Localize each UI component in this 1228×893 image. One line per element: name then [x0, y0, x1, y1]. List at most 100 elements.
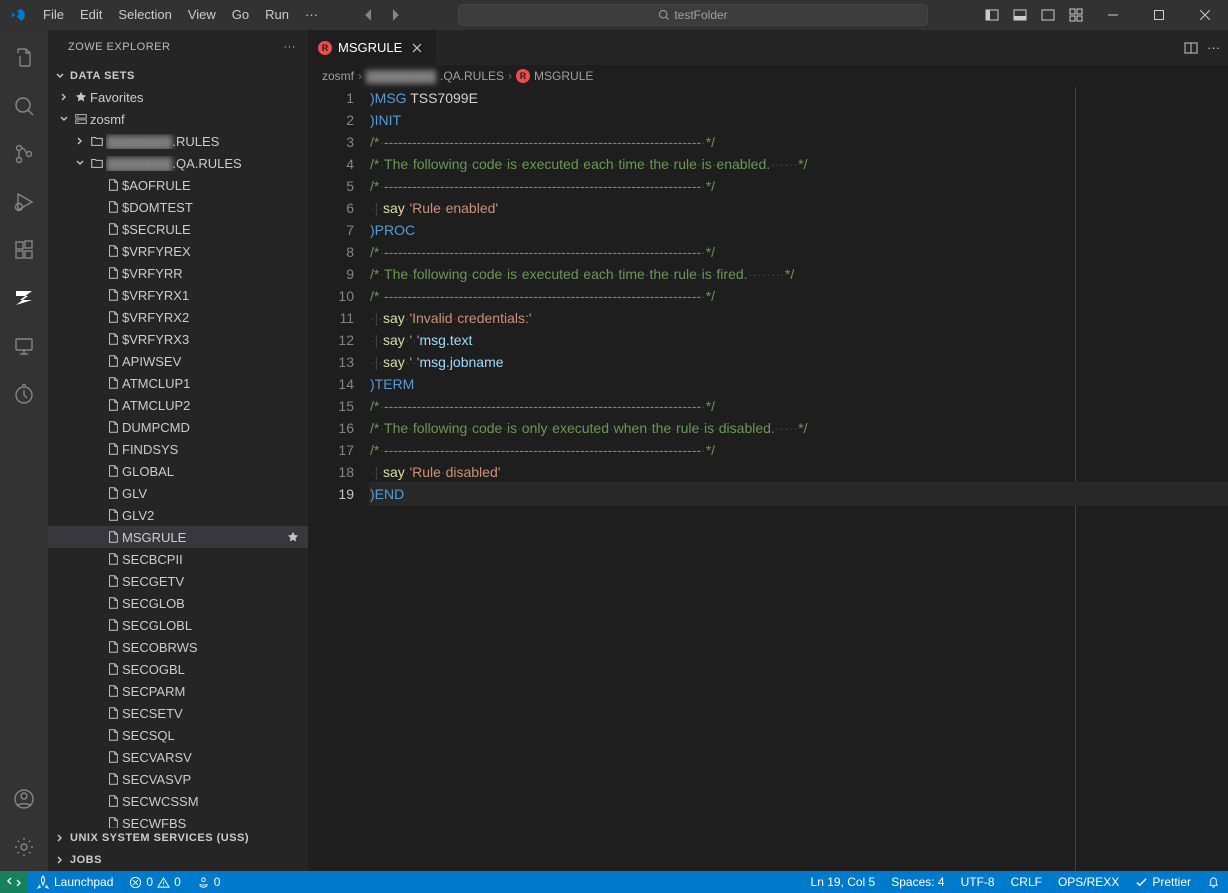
tree-row[interactable]: SECWCSSM [48, 790, 308, 812]
breadcrumb-ds-blurred: ▓▓▓▓▓▓▓▓ [366, 69, 436, 83]
tree-row[interactable]: $VRFYRR [48, 262, 308, 284]
tree-row[interactable]: APIWSEV [48, 350, 308, 372]
status-language[interactable]: OPS/REXX [1050, 871, 1127, 893]
item-icon [104, 530, 122, 544]
status-ports[interactable]: 0 [189, 871, 229, 893]
tree-row[interactable]: SECSETV [48, 702, 308, 724]
tree-row[interactable]: SECGLOB [48, 592, 308, 614]
section-jobs[interactable]: JOBS [48, 849, 308, 871]
window-maximize[interactable] [1136, 0, 1182, 30]
item-icon [104, 596, 122, 610]
tab-msgrule[interactable]: R MSGRULE [308, 30, 436, 65]
title-menu: File Edit Selection View Go Run ··· [35, 0, 326, 30]
section-uss[interactable]: UNIX SYSTEM SERVICES (USS) [48, 828, 308, 850]
layout-sidebar-left-icon[interactable] [978, 0, 1006, 30]
status-eol[interactable]: CRLF [1003, 871, 1050, 893]
code[interactable]: )MSG TSS7099E)INIT/*·-------------------… [370, 87, 1228, 871]
status-spaces[interactable]: Spaces: 4 [883, 871, 952, 893]
activity-debug-icon[interactable] [0, 178, 48, 226]
menu-selection[interactable]: Selection [110, 0, 179, 30]
star-icon[interactable] [286, 530, 300, 544]
activity-bar [0, 30, 48, 871]
breadcrumb-root[interactable]: zosmf [322, 69, 354, 83]
editor-more-icon[interactable]: ··· [1207, 40, 1220, 55]
chevron-right-icon [54, 854, 70, 866]
menu-edit[interactable]: Edit [72, 0, 110, 30]
editor-content[interactable]: 12345678910111213141516171819 )MSG TSS70… [308, 87, 1228, 871]
status-encoding[interactable]: UTF-8 [953, 871, 1003, 893]
activity-timer-icon[interactable] [0, 370, 48, 418]
layout-customize-icon[interactable] [1062, 0, 1090, 30]
activity-extensions-icon[interactable] [0, 226, 48, 274]
tree: Favoriteszosmf▓▓▓▓▓▓▓.RULES▓▓▓▓▓▓▓.QA.RU… [48, 86, 308, 827]
window-close[interactable] [1182, 0, 1228, 30]
breadcrumb-member[interactable]: MSGRULE [534, 69, 593, 83]
item-label: $DOMTEST [122, 200, 193, 215]
tree-row[interactable]: Favorites [48, 86, 308, 108]
section-label: UNIX SYSTEM SERVICES (USS) [70, 832, 249, 844]
tree-row[interactable]: ▓▓▓▓▓▓▓.RULES [48, 130, 308, 152]
tree-row[interactable]: GLV2 [48, 504, 308, 526]
status-problems[interactable]: 0 0 [121, 871, 188, 893]
tree-row[interactable]: SECSQL [48, 724, 308, 746]
tree-row[interactable]: GLOBAL [48, 460, 308, 482]
tree-row[interactable]: ATMCLUP2 [48, 394, 308, 416]
sidebar-more-icon[interactable]: ··· [284, 41, 297, 53]
nav-back-icon[interactable] [356, 2, 382, 28]
activity-account-icon[interactable] [0, 775, 48, 823]
tree-row[interactable]: $DOMTEST [48, 196, 308, 218]
status-bell-icon[interactable] [1199, 871, 1228, 893]
menu-more[interactable]: ··· [297, 0, 326, 30]
tree-row[interactable]: FINDSYS [48, 438, 308, 460]
item-icon [72, 112, 90, 126]
tree-row[interactable]: $VRFYRX3 [48, 328, 308, 350]
breadcrumb-ds[interactable]: .QA.RULES [440, 69, 504, 83]
menu-run[interactable]: Run [257, 0, 297, 30]
tab-close-icon[interactable] [408, 39, 426, 57]
layout-panel-icon[interactable] [1006, 0, 1034, 30]
tree-row[interactable]: SECVASVP [48, 768, 308, 790]
menu-view[interactable]: View [180, 0, 224, 30]
status-prettier[interactable]: Prettier [1127, 871, 1199, 893]
tree-row[interactable]: $VRFYRX2 [48, 306, 308, 328]
activity-explorer-icon[interactable] [0, 34, 48, 82]
breadcrumbs[interactable]: zosmf › ▓▓▓▓▓▓▓▓.QA.RULES › R MSGRULE [308, 65, 1228, 87]
item-icon [104, 684, 122, 698]
tree-row[interactable]: ATMCLUP1 [48, 372, 308, 394]
status-launchpad[interactable]: Launchpad [28, 871, 121, 893]
item-label: MSGRULE [122, 530, 186, 545]
menu-go[interactable]: Go [224, 0, 257, 30]
tree-row[interactable]: SECPARM [48, 680, 308, 702]
split-editor-icon[interactable] [1183, 40, 1199, 56]
menu-file[interactable]: File [35, 0, 72, 30]
tree-row[interactable]: $VRFYREX [48, 240, 308, 262]
tree-row[interactable]: $AOFRULE [48, 174, 308, 196]
tree-row[interactable]: SECOGBL [48, 658, 308, 680]
tree-row[interactable]: zosmf [48, 108, 308, 130]
tree-row[interactable]: SECOBRWS [48, 636, 308, 658]
tree-row[interactable]: SECGETV [48, 570, 308, 592]
item-label: SECGETV [122, 574, 184, 589]
window-minimize[interactable] [1090, 0, 1136, 30]
tree-row[interactable]: ▓▓▓▓▓▓▓.QA.RULES [48, 152, 308, 174]
tree-row[interactable]: SECGLOBL [48, 614, 308, 636]
tree-row[interactable]: $SECRULE [48, 218, 308, 240]
remote-button[interactable] [0, 871, 28, 893]
activity-zowe-icon[interactable] [0, 274, 48, 322]
activity-scm-icon[interactable] [0, 130, 48, 178]
tree-row[interactable]: SECBCPII [48, 548, 308, 570]
tree-row[interactable]: GLV [48, 482, 308, 504]
nav-forward-icon[interactable] [382, 2, 408, 28]
activity-settings-icon[interactable] [0, 823, 48, 871]
layout-sidebar-right-icon[interactable] [1034, 0, 1062, 30]
command-center[interactable]: testFolder [458, 4, 928, 26]
tree-row[interactable]: $VRFYRX1 [48, 284, 308, 306]
status-lncol[interactable]: Ln 19, Col 5 [803, 871, 884, 893]
tree-row[interactable]: DUMPCMD [48, 416, 308, 438]
tree-row[interactable]: SECVARSV [48, 746, 308, 768]
activity-remote-icon[interactable] [0, 322, 48, 370]
activity-search-icon[interactable] [0, 82, 48, 130]
tree-row[interactable]: SECWFBS [48, 812, 308, 827]
section-datasets[interactable]: DATA SETS [48, 65, 308, 87]
tree-row[interactable]: MSGRULE [48, 526, 308, 548]
